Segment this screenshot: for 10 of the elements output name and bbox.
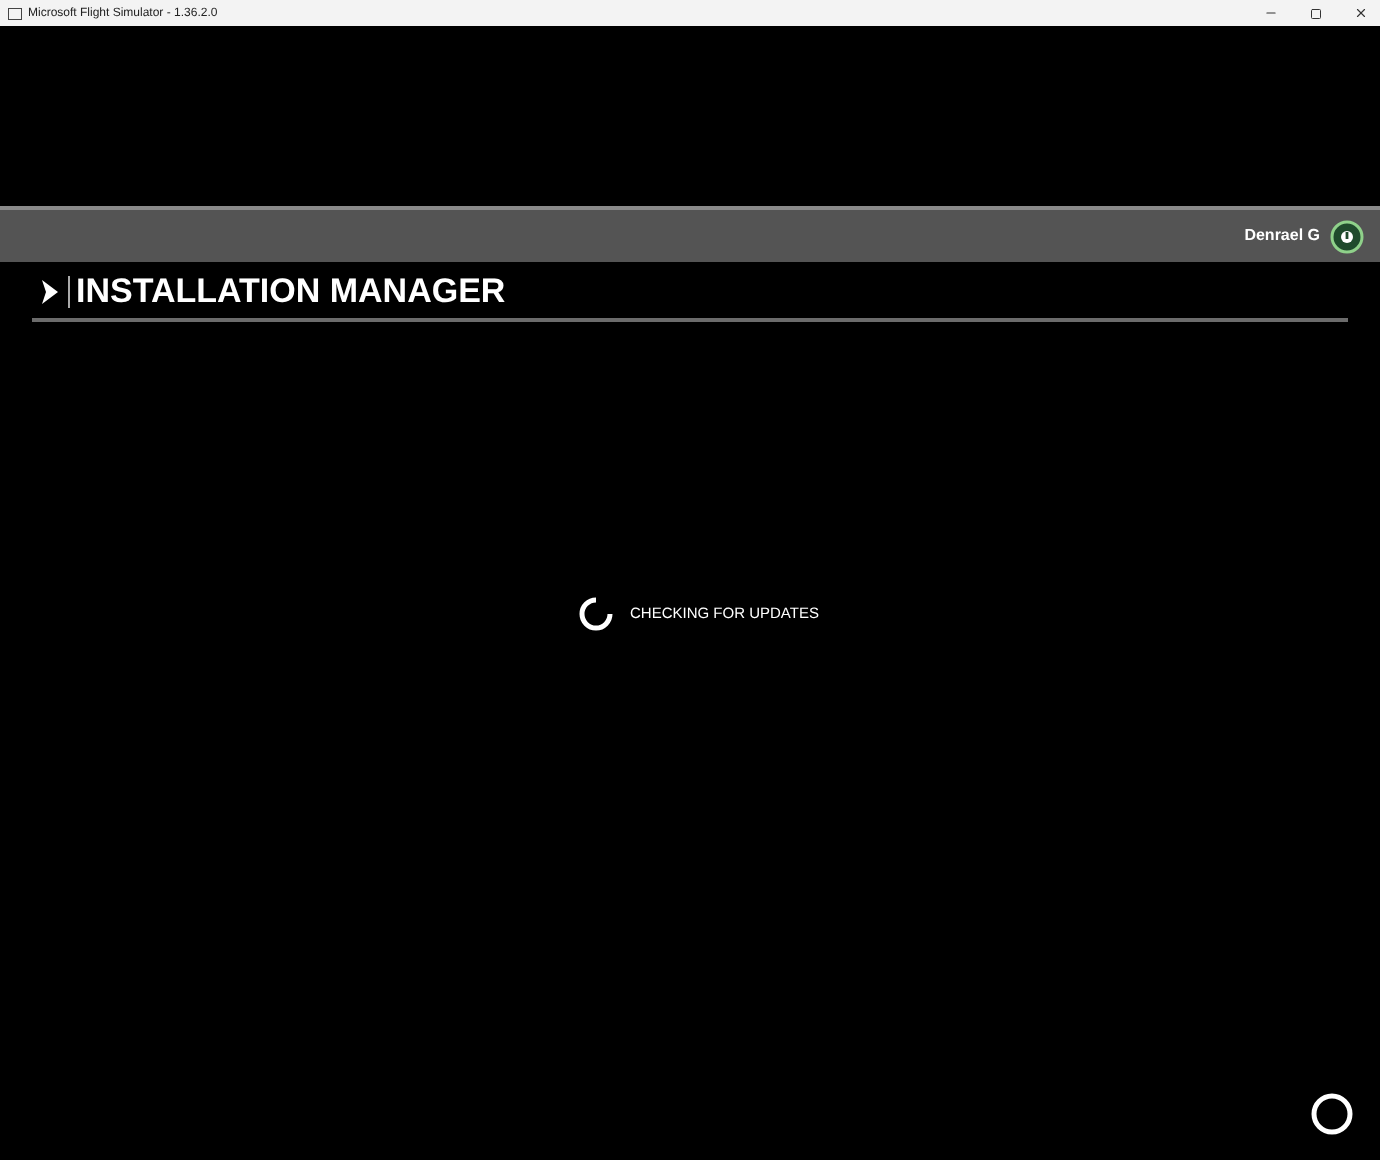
user-name[interactable]: Denrael G [1244,224,1320,248]
minimize-icon[interactable] [1264,6,1278,20]
page-title: INSTALLATION MANAGER [76,274,506,308]
loading-spinner-icon [578,596,614,632]
close-icon[interactable] [1354,6,1368,20]
profile-badge-icon[interactable] [1330,219,1364,253]
chevron-icon [40,277,62,305]
app-icon [8,7,22,19]
maximize-icon[interactable] [1310,7,1322,19]
loading-ring-icon [1310,1092,1354,1136]
